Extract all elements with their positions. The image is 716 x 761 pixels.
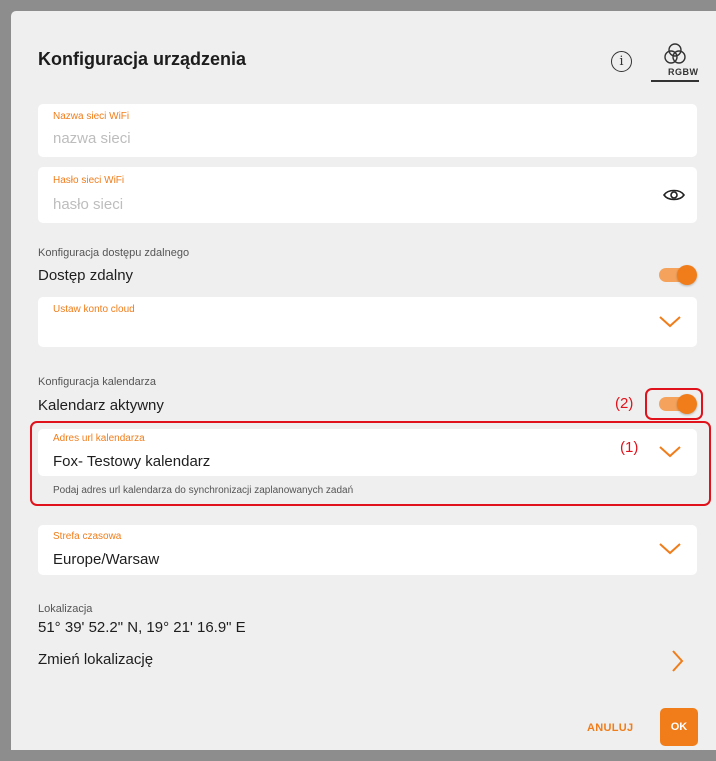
calendar-url-select[interactable]: Adres url kalendarza Fox- Testowy kalend… [38,429,697,476]
wifi-password-label: Hasło sieci WiFi [53,175,125,186]
info-icon-glyph: i [619,54,624,69]
remote-access-toggle[interactable] [659,265,697,285]
wifi-name-label: Nazwa sieci WiFi [53,111,130,122]
toggle-knob [677,394,697,414]
chevron-right-icon[interactable] [671,649,685,673]
remote-access-title: Dostęp zdalny [38,267,134,284]
ok-button[interactable]: OK [660,708,698,746]
wifi-password-field[interactable]: Hasło sieci WiFi hasło sieci [38,167,697,223]
rgbw-underline [651,80,699,82]
annotation-2: (2) [615,395,634,412]
cancel-button[interactable]: ANULUJ [587,722,633,734]
change-location-link[interactable]: Zmień lokalizację [38,651,153,668]
calendar-hint: Podaj adres url kalendarza do synchroniz… [53,485,354,496]
wifi-password-placeholder: hasło sieci [53,196,124,213]
wifi-name-placeholder: nazwa sieci [53,130,131,147]
toggle-knob [677,265,697,285]
calendar-title: Kalendarz aktywny [38,397,164,414]
timezone-label: Strefa czasowa [53,531,122,542]
wifi-name-field[interactable]: Nazwa sieci WiFi nazwa sieci [38,104,697,157]
ok-button-label: OK [670,721,688,733]
info-icon[interactable]: i [611,51,632,72]
location-coordinates: 51° 39' 52.2" N, 19° 21' 16.9" E [38,619,246,636]
calendar-url-value: Fox- Testowy kalendarz [53,453,211,470]
cloud-account-select[interactable]: Ustaw konto cloud [38,297,697,347]
cloud-account-label: Ustaw konto cloud [53,304,135,315]
annotation-1: (1) [620,439,639,456]
chevron-down-icon [659,316,681,328]
calendar-url-label: Adres url kalendarza [53,433,145,444]
calendar-toggle[interactable] [659,394,697,414]
location-caption: Lokalizacja [38,603,93,615]
chevron-down-icon [659,446,681,458]
calendar-caption: Konfiguracja kalendarza [38,376,157,388]
chevron-down-icon [659,543,681,555]
color-circles-icon [664,43,686,64]
remote-access-caption: Konfiguracja dostępu zdalnego [38,247,190,259]
timezone-value: Europe/Warsaw [53,551,160,568]
dialog-title: Konfiguracja urządzenia [38,49,247,69]
rgbw-label: RGBW [668,67,699,77]
eye-icon[interactable] [663,187,685,203]
timezone-select[interactable]: Strefa czasowa Europe/Warsaw [38,525,697,575]
device-config-dialog: Konfiguracja urządzenia i RGBW Nazwa sie… [11,11,716,750]
rgbw-mode-button[interactable]: RGBW [651,43,699,85]
